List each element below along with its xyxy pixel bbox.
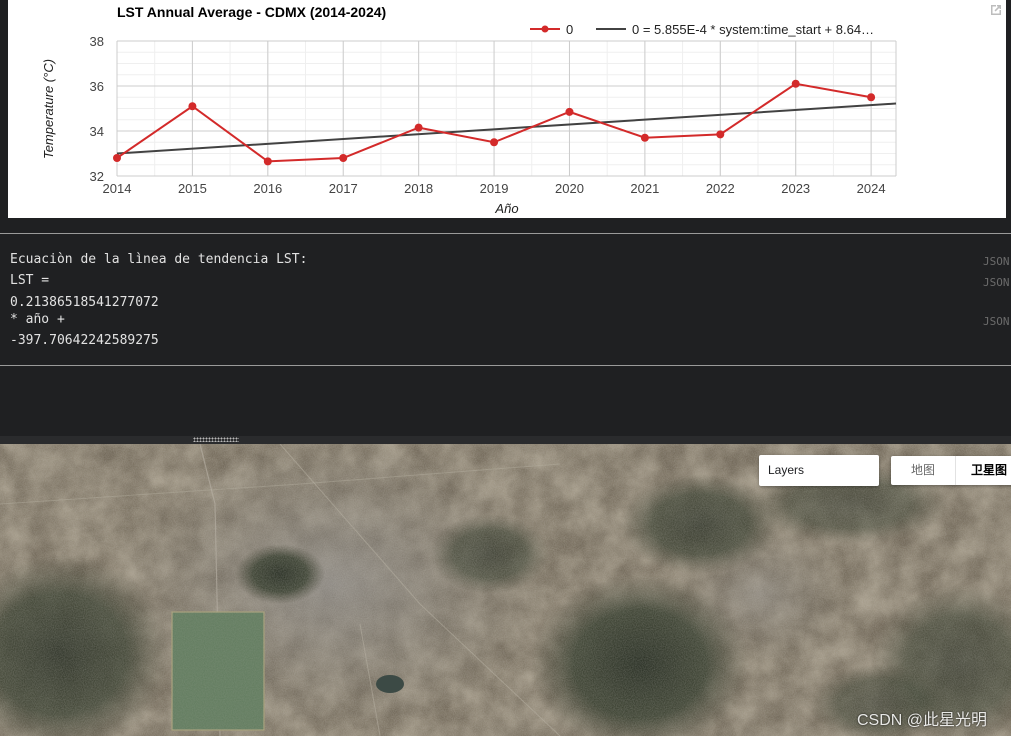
x-tick-label: 2014 xyxy=(103,181,132,196)
chart-title: LST Annual Average - CDMX (2014-2024) xyxy=(117,4,386,20)
layers-label: Layers xyxy=(768,463,805,477)
console-line: Ecuaciòn de la lìnea de tendencia LST: xyxy=(10,252,308,267)
drag-handle-icon[interactable] xyxy=(193,437,239,442)
legend-label-series-0: 0 xyxy=(566,22,573,37)
line-chart: 2014 2015 2016 2017 2018 2019 2020 2021 2022 2023… xyxy=(41,4,897,216)
console-line: -397.70642242589275 xyxy=(10,333,159,348)
y-tick-label: 34 xyxy=(90,124,104,139)
data-point xyxy=(188,102,197,111)
x-tick-label: 2021 xyxy=(630,181,659,196)
data-point xyxy=(490,138,499,147)
json-toggle[interactable]: JSON xyxy=(983,255,1010,268)
y-tick-label: 38 xyxy=(90,34,104,49)
divider-bottom xyxy=(0,365,1011,366)
trendline xyxy=(116,102,897,155)
x-axis-label: Año xyxy=(494,201,518,216)
y-axis-label: Temperature (°C) xyxy=(41,59,56,159)
y-tick-label: 32 xyxy=(90,169,104,184)
x-tick-label: 2019 xyxy=(480,181,509,196)
panel-splitter[interactable] xyxy=(0,436,1011,444)
satellite-map[interactable] xyxy=(0,444,1011,736)
console-line: * año + xyxy=(10,312,65,327)
satellite-imagery xyxy=(0,444,1011,736)
data-point xyxy=(339,154,348,162)
data-point xyxy=(565,107,574,116)
open-in-new-icon[interactable] xyxy=(988,2,1004,18)
map-type-satellite[interactable]: 卫星图 xyxy=(955,456,1011,485)
x-tick-label: 2023 xyxy=(781,181,810,196)
map-type-toggle: 地图 卫星图 xyxy=(891,456,1011,485)
legend: 0 0 = 5.855E-4 * system:time_start + 8.6… xyxy=(530,22,874,37)
layers-button[interactable]: Layers xyxy=(759,455,879,486)
console-line: LST = xyxy=(10,273,50,288)
data-point xyxy=(263,157,272,166)
data-point xyxy=(791,79,800,88)
chart-panel: 2014 2015 2016 2017 2018 2019 2020 2021 2022 2023… xyxy=(8,0,1006,218)
x-tick-label: 2016 xyxy=(253,181,282,196)
data-point xyxy=(640,133,649,142)
x-tick-label: 2022 xyxy=(706,181,735,196)
x-tick-label: 2024 xyxy=(857,181,886,196)
divider-top xyxy=(0,233,1011,234)
watermark: CSDN @此星光明 xyxy=(857,712,988,729)
x-tick-label: 2020 xyxy=(555,181,584,196)
map-type-map[interactable]: 地图 xyxy=(891,456,955,485)
legend-marker-series-0 xyxy=(541,25,549,33)
json-toggle[interactable]: JSON xyxy=(983,315,1010,328)
data-point xyxy=(113,154,121,162)
data-point xyxy=(716,130,725,139)
x-tick-label: 2017 xyxy=(329,181,358,196)
console-line: 0.21386518541277072 xyxy=(10,295,159,310)
data-point xyxy=(414,123,423,132)
console-output: Ecuaciòn de la lìnea de tendencia LST: J… xyxy=(0,236,1011,364)
x-tick-label: 2018 xyxy=(404,181,433,196)
data-point xyxy=(867,93,876,102)
x-tick-label: 2015 xyxy=(178,181,207,196)
legend-label-trendline: 0 = 5.855E-4 * system:time_start + 8.64… xyxy=(632,22,874,37)
y-tick-label: 36 xyxy=(90,79,104,94)
json-toggle[interactable]: JSON xyxy=(983,276,1010,289)
